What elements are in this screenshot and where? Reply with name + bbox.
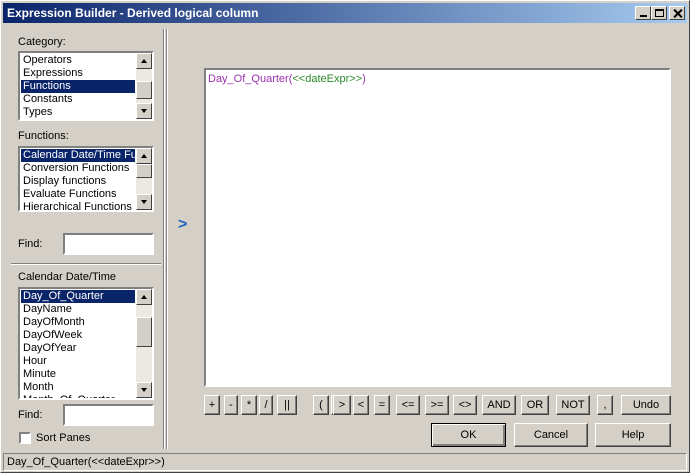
- pane-splitter-edge: [166, 29, 168, 449]
- calendar-list-item[interactable]: Day_Of_Quarter: [21, 290, 135, 303]
- undo-button[interactable]: Undo: [621, 395, 671, 415]
- find-bottom-label: Find:: [18, 409, 43, 421]
- category-list-item[interactable]: Constants: [21, 93, 135, 106]
- functions-list-item[interactable]: Hierarchical Functions: [21, 201, 135, 210]
- operator-not-equal-button[interactable]: <>: [453, 395, 477, 415]
- maximize-icon: [654, 9, 664, 17]
- close-icon: [673, 9, 682, 18]
- category-list-item[interactable]: Types: [21, 106, 135, 119]
- sort-panes-checkbox[interactable]: [19, 432, 31, 444]
- category-scroll-up-button[interactable]: [136, 53, 152, 69]
- calendar-scroll-thumb[interactable]: [136, 317, 152, 347]
- functions-scroll-down-button[interactable]: [136, 194, 152, 210]
- arrow-up-icon: [141, 59, 147, 63]
- category-scroll-thumb[interactable]: [136, 81, 152, 99]
- operator-minus-button[interactable]: -: [224, 395, 238, 415]
- arrow-up-icon: [141, 295, 147, 299]
- insert-chevron-icon[interactable]: >: [178, 216, 187, 234]
- calendar-scrollbar[interactable]: [136, 289, 152, 398]
- calendar-list-item[interactable]: DayOfMonth: [21, 316, 135, 329]
- arrow-up-icon: [141, 154, 147, 158]
- operator-not-button[interactable]: NOT: [556, 395, 590, 415]
- operator-or-button[interactable]: OR: [521, 395, 549, 415]
- functions-list-item[interactable]: Display functions: [21, 175, 135, 188]
- category-list-item[interactable]: Functions: [21, 80, 135, 93]
- operator-equals-button[interactable]: =: [374, 395, 390, 415]
- editor-close-paren: ): [362, 73, 366, 85]
- functions-scroll-up-button[interactable]: [136, 148, 152, 164]
- functions-label: Functions:: [18, 130, 69, 142]
- operator-less-equal-button[interactable]: <=: [396, 395, 420, 415]
- operator-divide-button[interactable]: /: [259, 395, 273, 415]
- find-bottom-input[interactable]: [63, 404, 154, 426]
- calendar-items: Day_Of_Quarter DayName DayOfMonth DayOfWeek…: [21, 290, 135, 398]
- editor-argument: <<dateExpr>>: [292, 73, 363, 85]
- operator-and-button[interactable]: AND: [482, 395, 516, 415]
- maximize-button[interactable]: [651, 6, 667, 20]
- operator-greater-than-button[interactable]: >: [333, 395, 351, 415]
- operator-comma-button[interactable]: ,: [597, 395, 613, 415]
- operator-concat-button[interactable]: ||: [277, 395, 297, 415]
- calendar-list-item[interactable]: DayOfYear: [21, 342, 135, 355]
- arrow-down-icon: [141, 388, 147, 392]
- calendar-label: Calendar Date/Time: [18, 271, 117, 283]
- operator-multiply-button[interactable]: *: [241, 395, 257, 415]
- calendar-list-item[interactable]: Hour: [21, 355, 135, 368]
- pane-splitter[interactable]: [163, 29, 165, 449]
- arrow-down-icon: [141, 109, 147, 113]
- status-bar: Day_Of_Quarter(<<dateExpr>>): [3, 453, 687, 471]
- functions-scroll-thumb[interactable]: [136, 164, 152, 178]
- calendar-list-item[interactable]: Minute: [21, 368, 135, 381]
- category-list-item[interactable]: Expressions: [21, 67, 135, 80]
- operator-plus-button[interactable]: +: [204, 395, 220, 415]
- calendar-functions-list[interactable]: Day_Of_Quarter DayName DayOfMonth DayOfWeek…: [18, 287, 154, 400]
- editor-function-name: Day_Of_Quarter: [208, 73, 289, 85]
- calendar-list-item[interactable]: Month_Of_Quarter: [21, 394, 135, 398]
- arrow-down-icon: [141, 200, 147, 204]
- category-scrollbar[interactable]: [136, 53, 152, 119]
- functions-list-item[interactable]: Conversion Functions: [21, 162, 135, 175]
- functions-list[interactable]: Calendar Date/Time FunctionsConversion F…: [18, 146, 154, 212]
- cancel-button[interactable]: Cancel: [514, 423, 588, 447]
- minimize-icon: [639, 15, 647, 17]
- calendar-scroll-down-button[interactable]: [136, 382, 152, 398]
- find-top-input[interactable]: [63, 233, 154, 255]
- calendar-list-item[interactable]: Month: [21, 381, 135, 394]
- calendar-scroll-up-button[interactable]: [136, 289, 152, 305]
- operator-open-paren-button[interactable]: (: [313, 395, 329, 415]
- category-label: Category:: [18, 36, 66, 48]
- functions-items: Calendar Date/Time FunctionsConversion F…: [21, 149, 135, 210]
- help-button[interactable]: Help: [595, 423, 671, 447]
- category-list[interactable]: Operators Expressions Functions Constants Ty…: [18, 51, 154, 121]
- category-items: Operators Expressions Functions Constants Ty…: [21, 54, 135, 119]
- minimize-button[interactable]: [635, 6, 651, 20]
- close-button[interactable]: [669, 6, 685, 20]
- operator-greater-equal-button[interactable]: >=: [425, 395, 449, 415]
- calendar-list-item[interactable]: DayName: [21, 303, 135, 316]
- find-top-label: Find:: [18, 238, 43, 250]
- sort-panes-label: Sort Panes: [36, 432, 91, 444]
- operator-less-than-button[interactable]: <: [353, 395, 369, 415]
- category-list-item[interactable]: Operators: [21, 54, 135, 67]
- title-bar[interactable]: Expression Builder - Derived logical col…: [3, 3, 687, 23]
- ok-button[interactable]: OK: [431, 423, 506, 447]
- functions-list-item[interactable]: Evaluate Functions: [21, 188, 135, 201]
- calendar-list-item[interactable]: DayOfWeek: [21, 329, 135, 342]
- expression-builder-window: Expression Builder - Derived logical col…: [0, 0, 690, 473]
- functions-scrollbar[interactable]: [136, 148, 152, 210]
- expression-editor[interactable]: Day_Of_Quarter(<<dateExpr>>): [204, 68, 671, 387]
- functions-list-item[interactable]: Calendar Date/Time Functions: [21, 149, 135, 162]
- window-title: Expression Builder - Derived logical col…: [7, 6, 259, 20]
- left-pane-divider[interactable]: [11, 263, 161, 265]
- category-scroll-down-button[interactable]: [136, 103, 152, 119]
